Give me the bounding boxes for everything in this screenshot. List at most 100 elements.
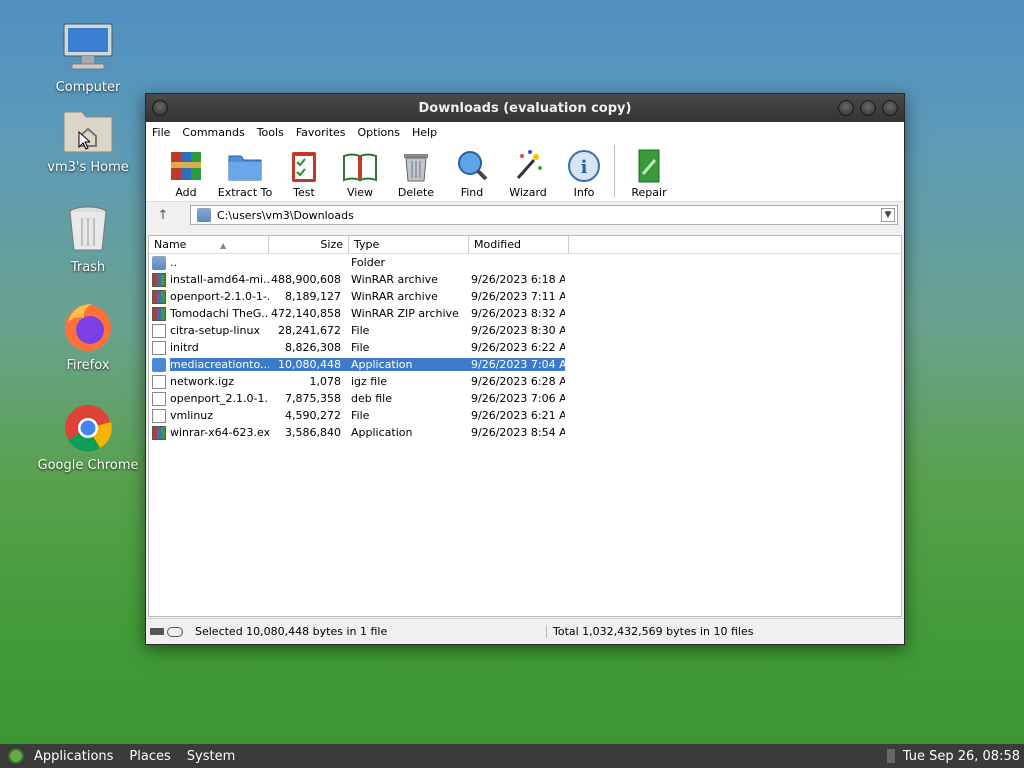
desktop-icon-chrome[interactable]: Google Chrome	[33, 400, 143, 473]
file-row[interactable]: initrd 8,826,308 File 9/26/2023 6:22 AM	[149, 339, 901, 356]
column-name[interactable]: Name ▲	[149, 236, 269, 253]
file-row[interactable]: citra-setup-linux 28,241,672 File 9/26/2…	[149, 322, 901, 339]
add-archive-icon	[168, 148, 204, 184]
file-size: 488,900,608	[271, 273, 341, 286]
file-modified: 9/26/2023 6:18 AM	[471, 273, 565, 286]
file-row[interactable]: winrar-x64-623.exe 3,586,840 Application…	[149, 424, 901, 441]
desktop-icon-firefox[interactable]: Firefox	[33, 300, 143, 373]
file-type: File	[351, 409, 370, 422]
file-name: ..	[170, 256, 177, 269]
file-row[interactable]: network.igz 1,078 igz file 9/26/2023 6:2…	[149, 373, 901, 390]
distro-logo-icon[interactable]	[8, 748, 24, 764]
system-menu[interactable]: System	[187, 749, 235, 764]
file-type: File	[351, 324, 370, 337]
folder-icon	[197, 208, 211, 222]
file-row[interactable]: vmlinuz 4,590,272 File 9/26/2023 6:21 AM	[149, 407, 901, 424]
magnifier-icon	[454, 148, 490, 184]
repair-button[interactable]: Repair	[621, 148, 677, 199]
file-row[interactable]: install-amd64-mi... 488,900,608 WinRAR a…	[149, 271, 901, 288]
menu-help[interactable]: Help	[412, 126, 437, 139]
file-row-selected[interactable]: mediacreationto... 10,080,448 Applicatio…	[149, 356, 901, 373]
application-icon	[152, 357, 166, 372]
menu-tools[interactable]: Tools	[257, 126, 284, 139]
applications-menu[interactable]: Applications	[34, 749, 113, 764]
desktop-icon-computer[interactable]: Computer	[33, 22, 143, 95]
column-size[interactable]: Size	[269, 236, 349, 253]
magic-wand-icon	[510, 148, 546, 184]
show-desktop-icon[interactable]	[886, 749, 895, 763]
file-icon	[152, 323, 166, 338]
file-row[interactable]: Tomodachi TheG... 472,140,858 WinRAR ZIP…	[149, 305, 901, 322]
info-label: Info	[573, 186, 595, 199]
file-modified: 9/26/2023 8:32 AM	[471, 307, 565, 320]
menu-commands[interactable]: Commands	[182, 126, 244, 139]
add-button[interactable]: Add	[158, 148, 214, 199]
desktop-icon-label: Firefox	[66, 358, 110, 373]
file-type: Application	[351, 426, 413, 439]
file-row[interactable]: openport_2.1.0-1... 7,875,358 deb file 9…	[149, 390, 901, 407]
find-label: Find	[460, 186, 484, 199]
file-icon	[152, 391, 166, 406]
maximize-button[interactable]	[860, 100, 876, 116]
path-field[interactable]: C:\users\vm3\Downloads ▼	[190, 205, 898, 225]
view-button[interactable]: View	[332, 148, 388, 199]
menu-favorites[interactable]: Favorites	[296, 126, 346, 139]
trash-can-icon	[398, 148, 434, 184]
window-titlebar[interactable]: Downloads (evaluation copy)	[146, 94, 904, 122]
file-size: 8,189,127	[285, 290, 341, 303]
delete-button[interactable]: Delete	[388, 148, 444, 199]
file-modified: 9/26/2023 6:22 AM	[471, 341, 565, 354]
clock[interactable]: Tue Sep 26, 08:58	[903, 749, 1020, 764]
status-selected: Selected 10,080,448 bytes in 1 file	[195, 625, 547, 638]
file-modified: 9/26/2023 7:06 AM	[471, 392, 565, 405]
svg-text:i: i	[581, 157, 588, 178]
column-type[interactable]: Type	[349, 236, 469, 253]
file-type: Folder	[351, 256, 385, 269]
file-size: 3,586,840	[285, 426, 341, 439]
extract-to-button[interactable]: Extract To	[214, 148, 276, 199]
file-size: 7,875,358	[285, 392, 341, 405]
file-list: Name ▲ Size Type Modified .. Folder inst…	[148, 235, 902, 617]
file-row[interactable]: .. Folder	[149, 254, 901, 271]
up-one-level-button[interactable]: ↑	[152, 208, 174, 223]
chevron-down-icon[interactable]: ▼	[881, 208, 895, 222]
file-type: File	[351, 341, 370, 354]
desktop-icon-trash[interactable]: Trash	[33, 202, 143, 275]
find-button[interactable]: Find	[444, 148, 500, 199]
window-menu-button[interactable]	[152, 100, 168, 116]
file-name: vmlinuz	[170, 409, 214, 422]
places-menu[interactable]: Places	[129, 749, 170, 764]
mouse-cursor-icon	[78, 131, 90, 150]
window-title: Downloads (evaluation copy)	[418, 100, 632, 116]
folder-icon	[227, 148, 263, 184]
minimize-button[interactable]	[838, 100, 854, 116]
file-name: network.igz	[170, 375, 234, 388]
column-modified[interactable]: Modified	[469, 236, 569, 253]
desktop-icon-label: Trash	[70, 260, 106, 275]
close-button[interactable]	[882, 100, 898, 116]
file-row[interactable]: openport-2.1.0-1-... 8,189,127 WinRAR ar…	[149, 288, 901, 305]
info-button[interactable]: i Info	[556, 148, 612, 199]
rar-archive-icon	[152, 272, 166, 287]
view-label: View	[346, 186, 374, 199]
rar-archive-icon	[152, 425, 166, 440]
menu-options[interactable]: Options	[358, 126, 400, 139]
file-size: 10,080,448	[269, 358, 345, 371]
toolbar: Add Extract To Test View Delete Find Wiz…	[146, 142, 904, 202]
file-size: 28,241,672	[278, 324, 341, 337]
status-bar: Selected 10,080,448 bytes in 1 file Tota…	[146, 618, 904, 644]
file-modified: 9/26/2023 6:21 AM	[471, 409, 565, 422]
test-button[interactable]: Test	[276, 148, 332, 199]
add-label: Add	[175, 186, 197, 199]
rar-archive-icon	[152, 289, 166, 304]
taskbar: Applications Places System Tue Sep 26, 0…	[0, 744, 1024, 768]
file-size: 1,078	[309, 375, 342, 388]
computer-icon	[60, 22, 116, 78]
file-modified: 9/26/2023 8:30 AM	[471, 324, 565, 337]
desktop-icon-label: vm3's Home	[47, 160, 129, 175]
file-list-header: Name ▲ Size Type Modified	[149, 236, 901, 254]
menu-file[interactable]: File	[152, 126, 170, 139]
file-size: 472,140,858	[271, 307, 341, 320]
wizard-button[interactable]: Wizard	[500, 148, 556, 199]
file-name: mediacreationto...	[170, 358, 269, 371]
